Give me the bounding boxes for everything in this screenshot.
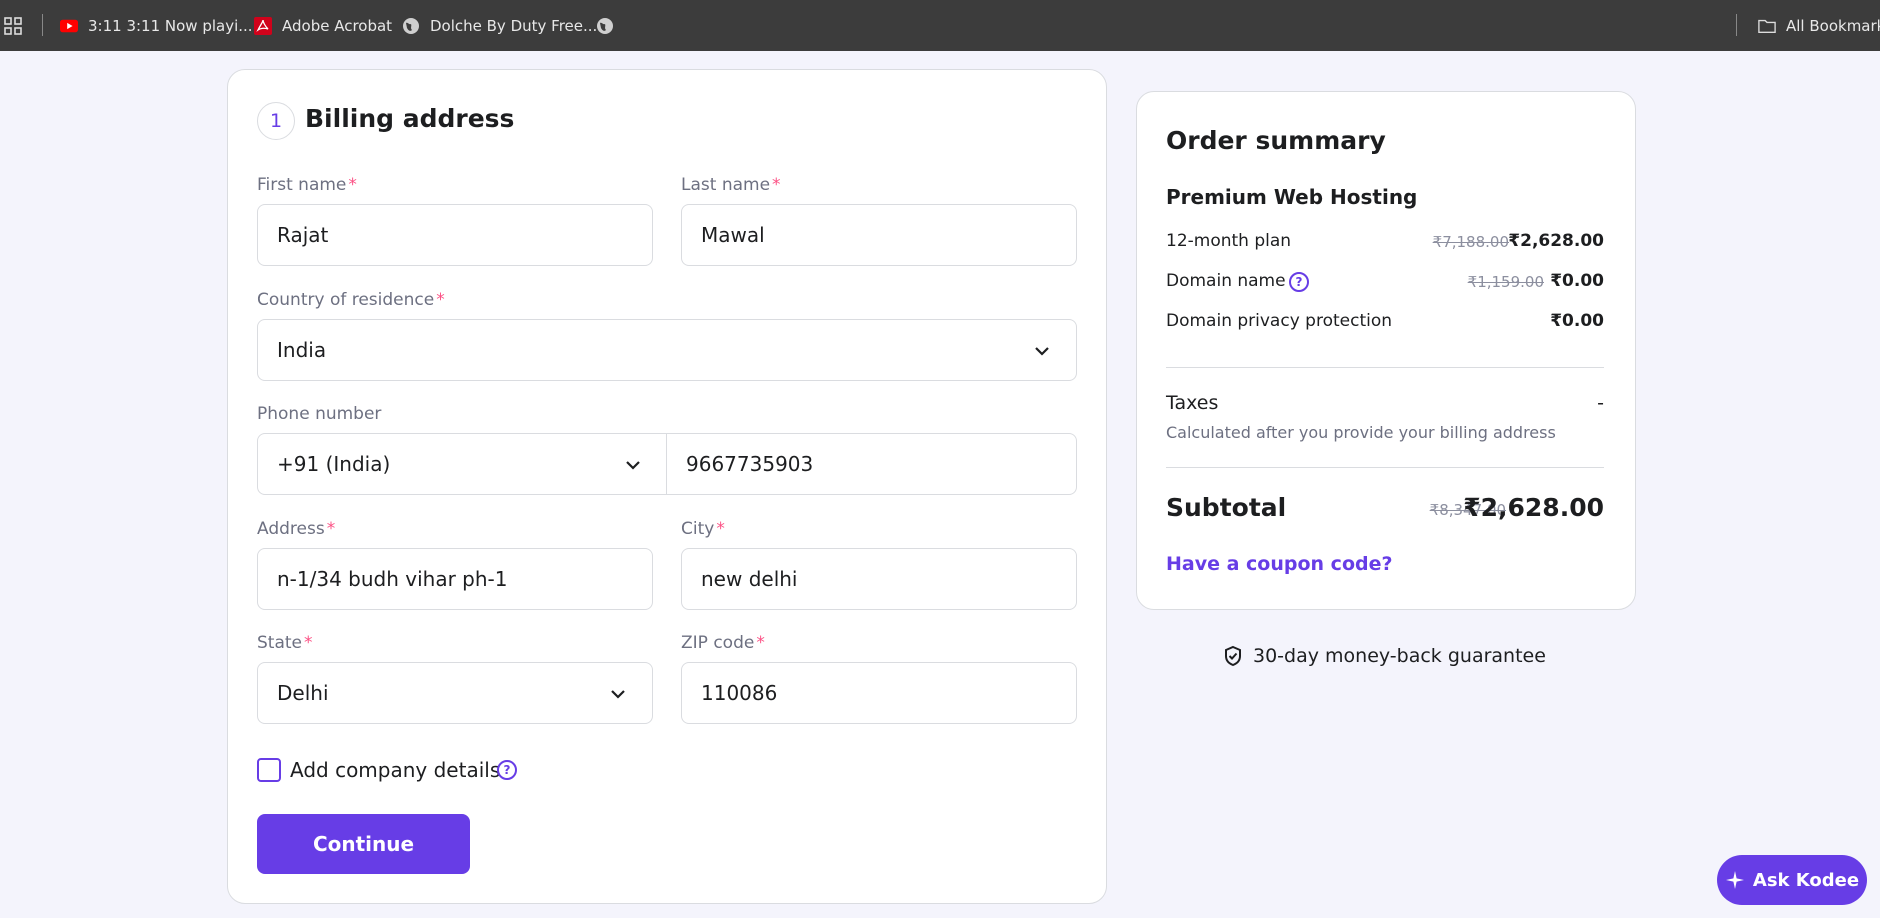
company-details-checkbox[interactable] (257, 758, 281, 782)
continue-button[interactable]: Continue (257, 814, 470, 874)
country-select[interactable]: India (257, 319, 1077, 381)
all-bookmarks[interactable]: All Bookmarks (1758, 0, 1880, 51)
globe-icon (596, 17, 614, 35)
pdf-icon (254, 16, 272, 35)
taxes-note: Calculated after you provide your billin… (1166, 423, 1556, 442)
coupon-link[interactable]: Have a coupon code? (1166, 553, 1393, 575)
bookmark-label: Dolche By Duty Free... (430, 16, 598, 35)
bookmarks-bar: 3:11 3:11 Now playi... Adobe Acrobat Dol… (0, 0, 1880, 51)
sparkle-icon (1725, 871, 1744, 889)
globe-icon (402, 17, 420, 35)
last-name-label: Last name * (681, 175, 781, 195)
line-old-price: ₹7,188.00 (1432, 233, 1509, 251)
first-name-input[interactable]: Rajat (257, 204, 653, 266)
shield-check-icon (1225, 645, 1241, 667)
country-label: Country of residence * (257, 290, 445, 310)
step-number: 1 (257, 102, 295, 140)
guarantee-text: 30-day money-back guarantee (1253, 645, 1546, 667)
city-input[interactable]: new delhi (681, 548, 1077, 610)
line-label: Domain privacy protection (1166, 311, 1393, 331)
line-price: ₹0.00 (1550, 311, 1604, 331)
subtotal-label: Subtotal (1166, 493, 1287, 522)
line-price: ₹0.00 (1550, 271, 1604, 291)
state-select[interactable]: Delhi (257, 662, 653, 724)
subtotal-value: ₹2,628.00 (1463, 493, 1604, 522)
divider (1166, 467, 1604, 468)
all-bookmarks-label: All Bookmarks (1786, 16, 1880, 35)
address-label: Address * (257, 519, 336, 539)
line-price: ₹2,628.00 (1508, 231, 1604, 251)
apps-grid-icon[interactable] (4, 0, 22, 51)
order-summary-title: Order summary (1166, 126, 1386, 155)
line-label: Domain name (1166, 271, 1286, 291)
youtube-icon (60, 17, 78, 35)
last-name-input[interactable]: Mawal (681, 204, 1077, 266)
zip-input[interactable]: 110086 (681, 662, 1077, 724)
line-label: 12-month plan (1166, 231, 1292, 251)
state-label: State * (257, 633, 313, 653)
money-back-guarantee: 30-day money-back guarantee (1223, 645, 1546, 667)
bookmark-globe[interactable] (596, 0, 624, 51)
address-input[interactable]: n-1/34 budh vihar ph-1 (257, 548, 653, 610)
bookmark-label: 3:11 3:11 Now playi... (88, 16, 253, 35)
bookmark-youtube[interactable]: 3:11 3:11 Now playi... (60, 0, 253, 51)
phone-label: Phone number (257, 404, 382, 424)
help-icon[interactable]: ? (497, 760, 517, 780)
taxes-label: Taxes (1166, 392, 1219, 414)
bookmark-label: Adobe Acrobat (282, 16, 393, 35)
help-icon[interactable]: ? (1289, 272, 1309, 292)
order-summary-card (1136, 91, 1636, 610)
divider (1166, 367, 1604, 368)
ask-kodee-button[interactable]: Ask Kodee (1717, 855, 1867, 905)
first-name-label: First name * (257, 175, 357, 195)
zip-label: ZIP code * (681, 633, 765, 653)
chevron-down-icon (611, 690, 625, 699)
phone-number-input[interactable]: 9667735903 (666, 433, 1077, 495)
chevron-down-icon (626, 461, 640, 470)
bookmark-adobe-acrobat[interactable]: Adobe Acrobat (254, 0, 392, 51)
chevron-down-icon (1035, 347, 1049, 356)
folder-icon (1758, 17, 1776, 35)
taxes-value: - (1597, 392, 1604, 414)
city-label: City * (681, 519, 725, 539)
ask-kodee-label: Ask Kodee (1752, 869, 1860, 891)
product-name: Premium Web Hosting (1166, 185, 1418, 209)
billing-title: Billing address (305, 104, 515, 133)
phone-code-select[interactable]: +91 (India) (257, 433, 668, 495)
bookmark-dolche[interactable]: Dolche By Duty Free... (402, 0, 597, 51)
line-old-price: ₹1,159.00 (1467, 273, 1544, 291)
company-details-label: Add company details (290, 758, 501, 782)
